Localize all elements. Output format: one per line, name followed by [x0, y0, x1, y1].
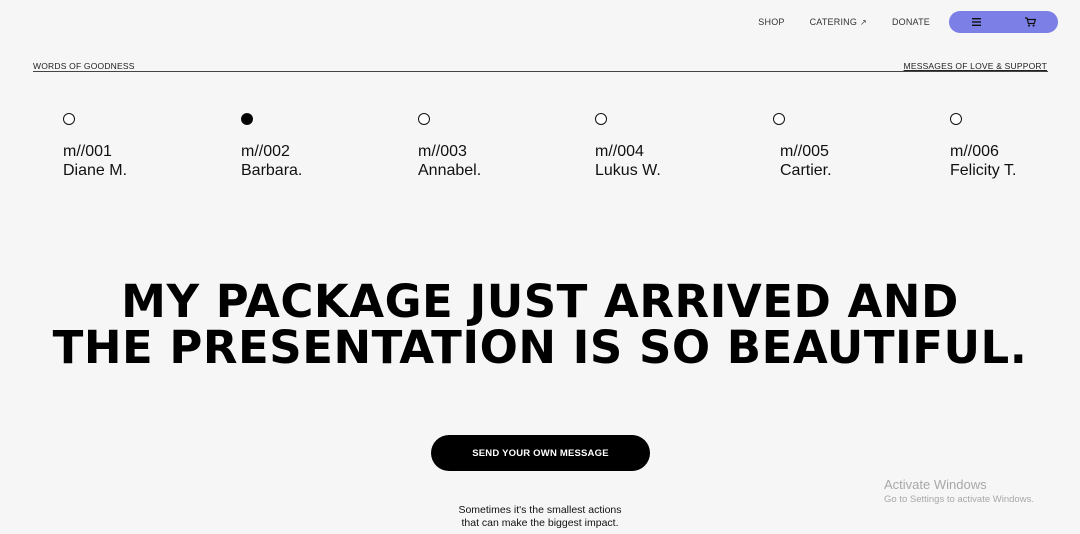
nav-shop-label: SHOP: [758, 17, 785, 27]
message-code: m//003: [418, 143, 467, 160]
nav-shop-link[interactable]: SHOP: [758, 17, 784, 27]
message-option-005[interactable]: m//005 Cartier.: [773, 113, 832, 180]
radio-button[interactable]: [773, 113, 785, 125]
section-title: WORDS OF GOODNESS: [33, 61, 135, 71]
message-option-004[interactable]: m//004 Lukus W.: [595, 113, 661, 180]
page: SHOP CATERING ↗ DONATE WORDS OF GOODNESS …: [0, 0, 1080, 534]
testimonial-quote: MY PACKAGE JUST ARRIVED AND THE PRESENTA…: [0, 279, 1080, 371]
messages-link[interactable]: MESSAGES OF LOVE & SUPPORT: [904, 61, 1047, 71]
watermark-subtitle: Go to Settings to activate Windows.: [884, 494, 1034, 505]
radio-button-selected[interactable]: [241, 113, 253, 125]
message-author: Annabel.: [418, 162, 482, 179]
message-code: m//002: [241, 143, 290, 160]
tagline: Sometimes it's the smallest actions that…: [0, 504, 1080, 529]
message-code: m//005: [780, 143, 829, 160]
message-author: Diane M.: [63, 162, 128, 179]
watermark-title: Activate Windows: [884, 477, 987, 492]
message-author: Barbara.: [241, 162, 303, 179]
windows-activation-watermark: Activate Windows Go to Settings to activ…: [884, 477, 1034, 507]
top-nav: SHOP CATERING ↗ DONATE: [758, 11, 1058, 33]
message-selector: m//001 Diane M. m//002 Barbara. m//003 A…: [0, 113, 1080, 193]
header-divider: [33, 71, 1048, 72]
quote-line-1: MY PACKAGE JUST ARRIVED AND: [121, 275, 959, 328]
message-author: Felicity T.: [950, 162, 1017, 179]
nav-donate-label: DONATE: [891, 17, 930, 27]
hamburger-menu-icon[interactable]: [969, 16, 983, 28]
message-code: m//001: [63, 143, 112, 160]
message-code: m//004: [595, 143, 644, 160]
message-author: Cartier.: [780, 162, 832, 179]
message-code: m//006: [950, 143, 999, 160]
nav-catering-link[interactable]: CATERING ↗: [810, 17, 867, 27]
message-option-001[interactable]: m//001 Diane M.: [63, 113, 127, 180]
quote-line-2: THE PRESENTATION IS SO BEAUTIFUL.: [52, 321, 1028, 374]
nav-donate-link[interactable]: DONATE: [892, 17, 930, 27]
message-option-003[interactable]: m//003 Annabel.: [418, 113, 481, 180]
message-option-006[interactable]: m//006 Felicity T.: [950, 113, 1016, 180]
radio-button[interactable]: [595, 113, 607, 125]
radio-button[interactable]: [63, 113, 75, 125]
radio-button[interactable]: [418, 113, 430, 125]
message-option-002[interactable]: m//002 Barbara.: [241, 113, 302, 180]
tagline-line-2: that can make the biggest impact.: [461, 516, 619, 529]
send-message-button[interactable]: SEND YOUR OWN MESSAGE: [431, 435, 650, 471]
arrow-up-right-icon: ↗: [860, 18, 867, 27]
message-author: Lukus W.: [595, 162, 661, 179]
menu-cart-pill: [949, 11, 1058, 33]
shopping-cart-icon[interactable]: [1024, 16, 1038, 28]
nav-catering-label: CATERING: [809, 17, 858, 27]
radio-button[interactable]: [950, 113, 962, 125]
